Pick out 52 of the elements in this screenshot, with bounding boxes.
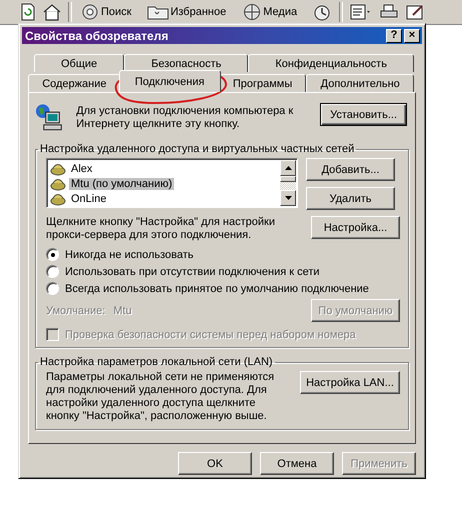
down-arrow-icon[interactable] bbox=[284, 196, 292, 200]
home-icon[interactable] bbox=[42, 3, 62, 21]
setup-button[interactable]: Установить... bbox=[320, 103, 407, 126]
tab[interactable]: Содержание bbox=[28, 74, 121, 92]
toolbar-button[interactable]: Медиа bbox=[240, 3, 300, 21]
radio-button[interactable] bbox=[46, 282, 59, 296]
radio-button[interactable] bbox=[46, 248, 59, 262]
scrollbar[interactable] bbox=[280, 160, 296, 206]
tab[interactable]: Программы bbox=[218, 74, 306, 92]
tab[interactable]: Общие bbox=[34, 54, 124, 72]
tab[interactable]: Подключения bbox=[118, 70, 221, 92]
settings-button[interactable]: Настройка... bbox=[311, 216, 400, 240]
lan-settings-button[interactable]: Настройка LAN... bbox=[300, 371, 400, 394]
tab[interactable]: Дополнительно bbox=[306, 74, 414, 92]
proxy-hint: Щелкните кнопку "Настройка" для настройки прокси-сервера для этого подключения. bbox=[46, 216, 276, 242]
modem-icon bbox=[50, 162, 66, 176]
dialog-button[interactable]: Отмена bbox=[260, 452, 334, 475]
dialup-button[interactable]: Добавить... bbox=[306, 158, 395, 182]
scroll-thumb[interactable] bbox=[280, 176, 296, 182]
group-title: Настройка удаленного доступа и виртуальных частных сетей bbox=[39, 143, 356, 156]
up-arrow-icon[interactable] bbox=[284, 166, 292, 170]
modem-icon bbox=[50, 192, 66, 206]
connection-item[interactable]: Mtu (по умолчанию) bbox=[50, 176, 277, 192]
radio-option[interactable]: Всегда использовать принятое по умолчанию подключение bbox=[46, 282, 400, 296]
default-value: Mtu bbox=[113, 304, 132, 317]
connection-name: OnLine bbox=[70, 192, 108, 205]
dialog-button[interactable]: OK bbox=[178, 452, 252, 475]
close-button[interactable]: × bbox=[404, 28, 420, 43]
help-button[interactable]: ? bbox=[386, 28, 402, 43]
group-title: Настройка параметров локальной сети (LAN) bbox=[39, 356, 274, 368]
modem-icon bbox=[50, 176, 66, 191]
toolbar-button[interactable]: Поиск bbox=[78, 3, 134, 21]
page-icon[interactable] bbox=[20, 3, 36, 21]
dialup-button[interactable]: Удалить bbox=[306, 187, 395, 210]
tab[interactable]: Конфиденциальность bbox=[248, 54, 414, 72]
toolbar-button[interactable]: Избранное bbox=[145, 4, 228, 20]
edit-icon[interactable] bbox=[405, 3, 426, 21]
radio-option[interactable]: Использовать при отсутствии подключения к сети bbox=[46, 265, 400, 278]
connection-name: Mtu (по умолчанию) bbox=[69, 178, 174, 190]
radio-button[interactable] bbox=[46, 265, 59, 278]
setup-description: Для установки подключения компьютера к Интернету щелкните эту кнопку. bbox=[76, 105, 294, 132]
connection-name: Alex bbox=[70, 162, 94, 175]
connection-item[interactable]: OnLine bbox=[50, 191, 277, 206]
tab[interactable]: Безопасность bbox=[124, 54, 248, 72]
window-title: Свойства обозревателя bbox=[25, 28, 168, 43]
connection-item[interactable]: Alex bbox=[50, 161, 277, 176]
folder-icon bbox=[147, 4, 170, 20]
search-icon bbox=[80, 3, 100, 21]
default-label: Умолчание: bbox=[46, 304, 106, 317]
lan-description: Параметры локальной сети не применяются для подключений удаленного доступа. Для настройки удаленного доступа щелкните кнопку "Настройка", расположенную выше. bbox=[46, 371, 276, 424]
radio-option[interactable]: Никогда не использовать bbox=[46, 248, 400, 262]
globe-icon bbox=[242, 3, 262, 21]
